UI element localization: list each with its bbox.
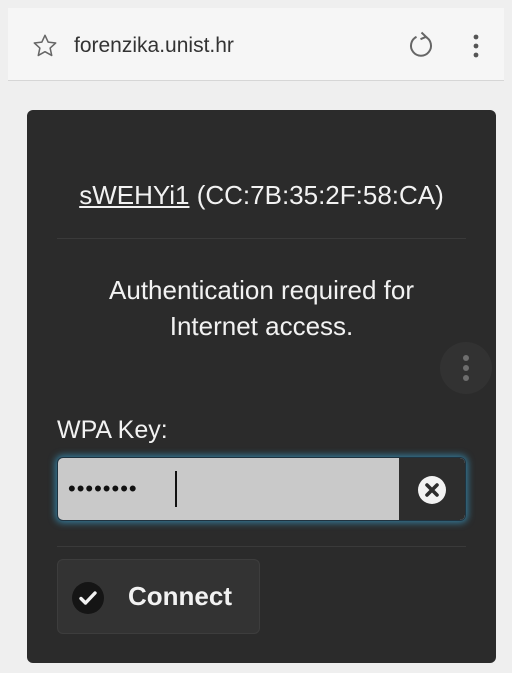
- clear-button[interactable]: [399, 458, 465, 520]
- wpa-key-input[interactable]: ••••••••: [57, 457, 466, 521]
- text-caret: [175, 471, 177, 507]
- kebab-icon[interactable]: [440, 342, 492, 394]
- reload-icon[interactable]: [406, 31, 436, 61]
- more-vert-icon[interactable]: [466, 32, 486, 60]
- connect-button[interactable]: Connect: [57, 559, 260, 634]
- wifi-auth-dialog: sWEHYi1 (CC:7B:35:2F:58:CA) Authenticati…: [27, 110, 496, 663]
- browser-address-bar: forenzika.unist.hr: [8, 8, 504, 81]
- divider: [57, 546, 466, 547]
- bssid-text: (CC:7B:35:2F:58:CA): [196, 180, 444, 210]
- wpa-key-value: ••••••••: [68, 476, 138, 501]
- auth-message: Authentication required for Internet acc…: [109, 275, 414, 341]
- clear-icon: [418, 476, 446, 504]
- star-icon[interactable]: [31, 32, 59, 60]
- check-icon: [72, 582, 104, 614]
- url-text[interactable]: forenzika.unist.hr: [74, 34, 234, 58]
- wpa-key-label: WPA Key:: [57, 416, 168, 444]
- divider: [57, 238, 466, 239]
- connect-label: Connect: [128, 581, 232, 611]
- ssid-name-link[interactable]: sWEHYi1: [79, 180, 189, 210]
- network-header: sWEHYi1 (CC:7B:35:2F:58:CA): [27, 180, 496, 211]
